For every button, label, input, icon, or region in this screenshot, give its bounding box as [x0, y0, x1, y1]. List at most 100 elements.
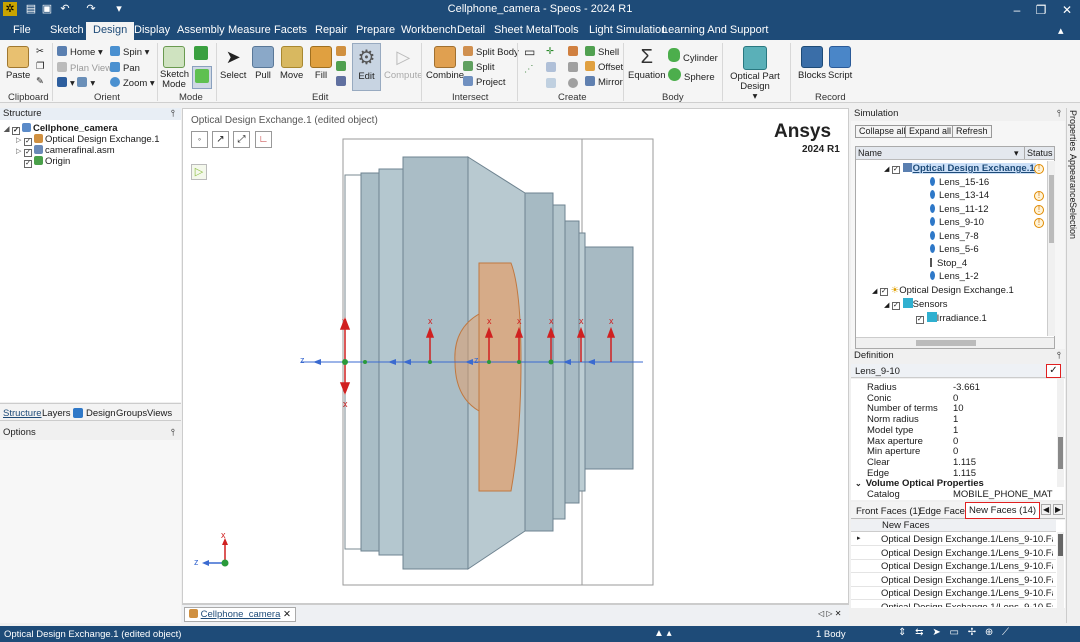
- cut-icon[interactable]: ✂: [36, 46, 44, 58]
- sim-horizontal-scrollbar[interactable]: [856, 337, 1054, 348]
- restore-icon[interactable]: ❐: [1030, 2, 1052, 18]
- table-row[interactable]: ▸ Optical Design Exchange.1/Lens_9-10.Fac…: [851, 533, 1056, 546]
- sim-row-lens[interactable]: Lens_9-10: [930, 217, 984, 229]
- expand-all-button[interactable]: Expand all: [905, 125, 956, 138]
- replace-icon[interactable]: [336, 76, 349, 89]
- side-tab-selection[interactable]: Selection: [1068, 202, 1078, 239]
- tab-tools[interactable]: Tools: [553, 24, 579, 36]
- blend-icon[interactable]: [336, 46, 349, 59]
- edit-button[interactable]: ⚙ Edit: [352, 43, 381, 91]
- blocks-button[interactable]: Blocks: [798, 46, 826, 81]
- rectangle-icon[interactable]: ▭: [524, 46, 535, 58]
- spin-button[interactable]: Spin ▾: [110, 46, 149, 59]
- pin-icon[interactable]: ⫯: [1057, 350, 1061, 362]
- origin-icon[interactable]: [546, 78, 559, 91]
- split-button[interactable]: Split: [463, 61, 494, 74]
- sim-row-lens[interactable]: Lens_1-2: [930, 271, 979, 283]
- 3d-mode-icon[interactable]: [192, 66, 212, 89]
- optical-part-design-button[interactable]: Optical Part Design ▾: [730, 46, 780, 102]
- pin-icon[interactable]: ⫯: [171, 427, 175, 439]
- table-row[interactable]: Optical Design Exchange.1/Lens_9-10.Face…: [851, 560, 1056, 573]
- axis-icon[interactable]: ⋰: [524, 64, 534, 76]
- minimize-icon[interactable]: –: [1006, 2, 1028, 18]
- prop-value[interactable]: 1: [953, 425, 958, 437]
- tab-next-icon[interactable]: ▶: [1053, 504, 1064, 515]
- collapse-all-button[interactable]: Collapse all: [855, 125, 910, 138]
- sim-vertical-scrollbar[interactable]: [1047, 161, 1055, 336]
- tab-detail[interactable]: Detail: [457, 24, 485, 36]
- tab-new-faces[interactable]: New Faces (14): [965, 502, 1041, 519]
- checkbox[interactable]: ✓: [880, 287, 889, 296]
- tree-item-origin[interactable]: ✓ Origin: [24, 156, 70, 168]
- tab-groups[interactable]: Groups: [116, 408, 147, 419]
- point-icon[interactable]: ✛: [546, 46, 554, 58]
- tab-layers[interactable]: Layers: [42, 408, 71, 419]
- tab-views[interactable]: Views: [147, 408, 172, 419]
- help-icon[interactable]: ▴: [1058, 24, 1064, 37]
- split-body-button[interactable]: Split Body: [463, 46, 519, 59]
- tab-learning-support[interactable]: Learning And Support: [662, 24, 768, 36]
- format-painter-icon[interactable]: ✎: [36, 76, 44, 88]
- section-volume-optical[interactable]: ⌄ Volume Optical Properties: [851, 478, 984, 489]
- table-row[interactable]: Optical Design Exchange.1/Lens_9-10.Face…: [851, 574, 1056, 587]
- collapse-icon[interactable]: ⌄: [851, 479, 866, 488]
- tab-sheet-metal[interactable]: Sheet Metal: [494, 24, 553, 36]
- tab-assembly[interactable]: Assembly: [177, 24, 225, 36]
- table-row[interactable]: Optical Design Exchange.1/Lens_9-10.Face…: [851, 587, 1056, 600]
- pin-icon[interactable]: ⫯: [1057, 108, 1061, 120]
- sketch-mode-button[interactable]: Sketch Mode: [160, 46, 189, 90]
- sim-row-irradiance[interactable]: ✓ Irradiance.1: [916, 311, 987, 325]
- tab-repair[interactable]: Repair: [315, 24, 347, 36]
- combine-button[interactable]: Combine: [426, 46, 464, 81]
- sim-row-lens[interactable]: Lens_15-16: [930, 176, 989, 189]
- tab-file[interactable]: File: [13, 24, 31, 36]
- tab-front-faces[interactable]: Front Faces (1): [856, 506, 921, 517]
- tab-edge-faces[interactable]: Edge Faces: [919, 506, 970, 517]
- plan-view-button[interactable]: Plan View: [57, 62, 112, 75]
- checkbox[interactable]: ✓: [892, 302, 901, 310]
- script-button[interactable]: Script: [828, 46, 852, 81]
- pan-button[interactable]: Pan: [110, 62, 140, 75]
- tab-light-simulation[interactable]: Light Simulation: [589, 24, 667, 36]
- sim-row-ode-source[interactable]: ◢ ✓ ☀Optical Design Exchange.1: [872, 285, 1014, 298]
- filter-icon[interactable]: ▾: [1014, 147, 1019, 159]
- table-row[interactable]: Optical Design Exchange.1/Lens_9-10.Face…: [851, 601, 1056, 608]
- status-indicator-icon[interactable]: ▲ ▴: [654, 628, 672, 639]
- home-button[interactable]: Home ▾: [57, 46, 103, 59]
- pattern-icon[interactable]: [568, 46, 581, 59]
- checkbox[interactable]: ✓: [24, 160, 32, 168]
- plane-icon[interactable]: [546, 62, 559, 75]
- sim-row-lens[interactable]: Lens_11-12: [930, 203, 988, 216]
- prop-value-catalog[interactable]: MOBILE_PHONE_MATERIA: [953, 489, 1053, 500]
- mirror-button[interactable]: Mirror: [585, 76, 623, 89]
- tweak-icon[interactable]: [336, 61, 349, 74]
- compute-button[interactable]: ▷ Compute: [384, 46, 423, 81]
- expand-icon[interactable]: ◢: [4, 124, 12, 135]
- equation-button[interactable]: Σ Equation: [628, 46, 666, 81]
- cylinder-button[interactable]: Cylinder: [668, 48, 718, 65]
- offset-button[interactable]: Offset: [585, 61, 623, 74]
- tab-scroll-icon[interactable]: ◁ ▷ ✕: [818, 609, 841, 618]
- view-cube-button[interactable]: ▾ ▾: [57, 77, 95, 90]
- select-button[interactable]: ➤ Select: [220, 46, 246, 81]
- shell-button[interactable]: Shell: [585, 46, 619, 59]
- tab-design[interactable]: Design: [86, 408, 116, 419]
- tab-design[interactable]: Design: [86, 22, 135, 40]
- tab-structure[interactable]: Structure: [3, 408, 42, 419]
- doc-tab-cellphone[interactable]: Cellphone_camera ✕: [184, 607, 296, 622]
- close-tab-icon[interactable]: ✕: [283, 609, 291, 620]
- pull-button[interactable]: Pull: [252, 46, 274, 81]
- tab-facets[interactable]: Facets: [274, 24, 307, 36]
- sim-row-stop[interactable]: Stop_4: [930, 257, 967, 270]
- move-button[interactable]: Move: [280, 46, 303, 81]
- sim-row-lens[interactable]: Lens_13-14: [930, 190, 989, 202]
- side-tab-properties[interactable]: Properties: [1068, 110, 1078, 151]
- tab-prev-icon[interactable]: ◀: [1041, 504, 1052, 515]
- tab-sketch[interactable]: Sketch: [50, 24, 84, 36]
- sphere-button[interactable]: Sphere: [668, 68, 715, 84]
- expand-icon[interactable]: ▷: [16, 146, 24, 157]
- tab-workbench[interactable]: Workbench: [401, 24, 456, 36]
- tab-display[interactable]: Display: [134, 24, 170, 36]
- selection-tools-icon[interactable]: ⇕ ⇆ ➤ ▭ ✢ ⊕ ⟋: [898, 627, 1012, 638]
- refresh-button[interactable]: Refresh: [952, 125, 992, 138]
